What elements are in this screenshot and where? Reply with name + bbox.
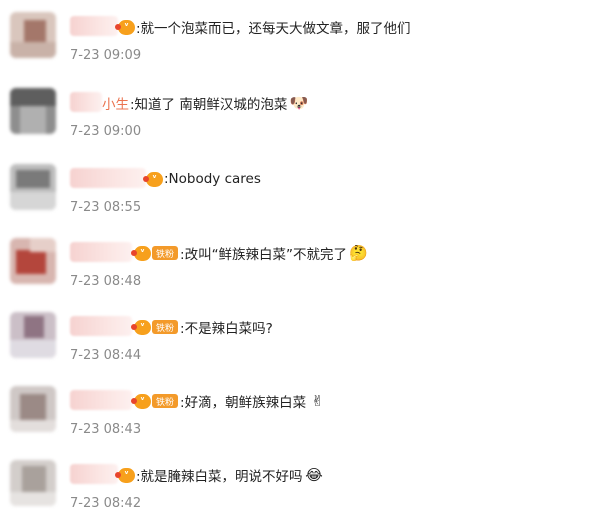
fan-badge: 铁粉 bbox=[152, 246, 179, 260]
comment-text: :改叫“鲜族辣白菜”不就完了 bbox=[180, 247, 348, 263]
avatar[interactable] bbox=[10, 12, 56, 58]
comment-line: ᵛ 铁粉 :好滴，朝鲜族辣白菜 ✌ bbox=[70, 390, 327, 412]
vip-badge-icon: ᵛ bbox=[131, 319, 151, 335]
comment-list: ᵛ :就一个泡菜而已，还每天大做文章，服了他们 7-23 09:09 小生 :知… bbox=[0, 0, 600, 511]
comment-time: 7-23 08:42 bbox=[70, 496, 142, 511]
comment-item: ᵛ :就是腌辣白菜，明说不好吗 😂 7-23 08:42 bbox=[0, 460, 600, 511]
comment-time: 7-23 09:09 bbox=[70, 48, 142, 63]
comment-item: 小生 :知道了 南朝鲜汉城的泡菜 🐶 7-23 09:00 bbox=[0, 88, 600, 158]
comment-text: :就一个泡菜而已，还每天大做文章，服了他们 bbox=[136, 21, 411, 37]
comment-line: ᵛ :Nobody cares bbox=[70, 168, 261, 190]
comment-line: ᵛ :就是腌辣白菜，明说不好吗 😂 bbox=[70, 464, 324, 486]
fan-badge: 铁粉 bbox=[152, 394, 179, 408]
author-name[interactable]: 小生 bbox=[102, 93, 129, 113]
comment-item: ᵛ 铁粉 :好滴，朝鲜族辣白菜 ✌ 7-23 08:43 bbox=[0, 386, 600, 456]
comment-text: :就是腌辣白菜，明说不好吗 bbox=[136, 469, 303, 485]
comment-text: :知道了 南朝鲜汉城的泡菜 bbox=[130, 97, 288, 113]
comment-time: 7-23 08:55 bbox=[70, 200, 142, 215]
comment-text: :不是辣白菜吗? bbox=[180, 321, 273, 337]
comment-item: ᵛ :就一个泡菜而已，还每天大做文章，服了他们 7-23 09:09 bbox=[0, 12, 600, 82]
comment-line: 小生 :知道了 南朝鲜汉城的泡菜 🐶 bbox=[70, 92, 308, 114]
victory-hand-emoji-icon: ✌ bbox=[311, 391, 324, 410]
comment-item: ᵛ 铁粉 :不是辣白菜吗? 7-23 08:44 bbox=[0, 312, 600, 382]
avatar[interactable] bbox=[10, 164, 56, 210]
vip-badge-icon: ᵛ bbox=[115, 467, 135, 483]
comment-item: ᵛ 铁粉 :改叫“鲜族辣白菜”不就完了 🤔 7-23 08:48 bbox=[0, 238, 600, 308]
fan-badge: 铁粉 bbox=[152, 320, 179, 334]
thinking-emoji-icon: 🤔 bbox=[349, 243, 368, 262]
comment-line: ᵛ :就一个泡菜而已，还每天大做文章，服了他们 bbox=[70, 16, 411, 38]
comment-line: ᵛ 铁粉 :改叫“鲜族辣白菜”不就完了 🤔 bbox=[70, 242, 368, 264]
vip-badge-icon: ᵛ bbox=[131, 393, 151, 409]
vip-badge-icon: ᵛ bbox=[143, 171, 163, 187]
avatar[interactable] bbox=[10, 312, 56, 358]
vip-badge-icon: ᵛ bbox=[115, 19, 135, 35]
comment-time: 7-23 09:00 bbox=[70, 124, 142, 139]
avatar[interactable] bbox=[10, 386, 56, 432]
avatar[interactable] bbox=[10, 238, 56, 284]
comment-item: ᵛ :Nobody cares 7-23 08:55 bbox=[0, 164, 600, 234]
laughing-emoji-icon: 😂 bbox=[305, 465, 323, 484]
vip-badge-icon: ᵛ bbox=[131, 245, 151, 261]
comment-line: ᵛ 铁粉 :不是辣白菜吗? bbox=[70, 316, 273, 338]
comment-text: :好滴，朝鲜族辣白菜 bbox=[180, 395, 307, 411]
avatar[interactable] bbox=[10, 460, 56, 506]
comment-time: 7-23 08:44 bbox=[70, 348, 142, 363]
comment-time: 7-23 08:43 bbox=[70, 422, 142, 437]
comment-time: 7-23 08:48 bbox=[70, 274, 142, 289]
avatar[interactable] bbox=[10, 88, 56, 134]
doge-emoji-icon: 🐶 bbox=[289, 93, 309, 112]
comment-text: :Nobody cares bbox=[164, 171, 261, 187]
